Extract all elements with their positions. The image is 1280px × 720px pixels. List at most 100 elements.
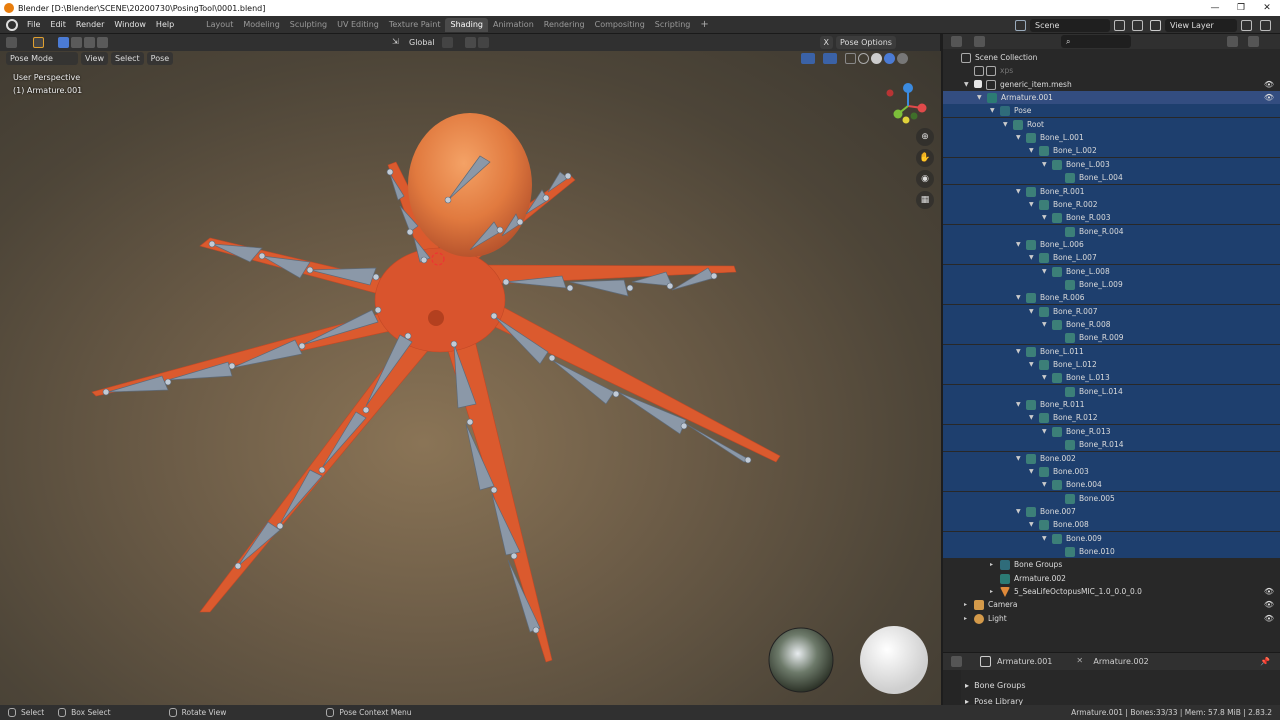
rendered-shading-icon[interactable] <box>897 53 909 64</box>
armature-a-label[interactable]: Armature.001 <box>997 657 1052 666</box>
expand-arrow-icon[interactable]: ▼ <box>1042 532 1047 545</box>
outliner-row[interactable]: ▼ Bone_L.008 <box>943 264 1280 278</box>
3d-viewport[interactable] <box>0 51 941 705</box>
menu-window[interactable]: Window <box>109 20 151 29</box>
outliner-row[interactable]: xps <box>943 64 1280 77</box>
outliner-row[interactable]: ▼ Bone_R.012 <box>943 411 1280 425</box>
outliner-row[interactable]: Scene Collection <box>943 51 1280 64</box>
expand-arrow-icon[interactable]: ▼ <box>1029 518 1034 531</box>
outliner-row[interactable]: Bone.005 <box>943 491 1280 505</box>
material-preview-shading-icon[interactable] <box>884 53 896 64</box>
expand-arrow-icon[interactable]: ▼ <box>1016 345 1021 358</box>
select-mode-extend-icon[interactable] <box>71 37 82 48</box>
visibility-icon[interactable] <box>788 53 799 64</box>
pin-icon[interactable]: 📌 <box>1260 657 1270 666</box>
expand-arrow-icon[interactable]: ▼ <box>1029 251 1034 264</box>
expand-arrow-icon[interactable]: ▼ <box>990 104 995 117</box>
filter-icon[interactable] <box>1227 36 1238 47</box>
outliner-row[interactable]: ▼ Bone.002 <box>943 451 1280 465</box>
armature-b-label[interactable]: Armature.002 <box>1093 657 1148 666</box>
expand-arrow-icon[interactable]: ▼ <box>1029 144 1034 157</box>
mirror-toggle-icon[interactable] <box>807 37 818 48</box>
tab-shading[interactable]: Shading <box>445 17 488 32</box>
select-menu[interactable]: Select <box>110 52 144 65</box>
outliner-editor-type-icon[interactable] <box>951 36 962 47</box>
zoom-icon[interactable]: ⊕ <box>916 128 934 146</box>
scene-field[interactable]: Scene <box>1030 18 1110 32</box>
visibility-eye-icon[interactable]: 👁 <box>1264 91 1274 104</box>
outliner-row[interactable]: ▼ Bone_L.011 <box>943 344 1280 358</box>
outliner-row[interactable]: Bone_L.014 <box>943 384 1280 398</box>
remove-scene-icon[interactable] <box>1132 19 1143 31</box>
outliner-row[interactable]: ▼ Bone_R.007 <box>943 304 1280 318</box>
outliner-row[interactable]: ▸ Light 👁 <box>943 612 1280 625</box>
menu-render[interactable]: Render <box>71 20 109 29</box>
select-tool-icon[interactable] <box>33 37 44 48</box>
expand-arrow-icon[interactable]: ▼ <box>1016 185 1021 198</box>
visibility-eye-icon[interactable]: 👁 <box>1264 78 1274 91</box>
outliner-row[interactable]: Bone.010 <box>943 544 1280 558</box>
remove-view-layer-icon[interactable] <box>1260 19 1271 31</box>
expand-arrow-icon[interactable]: ▼ <box>1042 318 1047 331</box>
outliner-row[interactable]: Bone_L.009 <box>943 277 1280 291</box>
display-mode-icon[interactable] <box>974 36 985 47</box>
outliner-row[interactable]: ▼ Bone_R.013 <box>943 424 1280 438</box>
exclude-checkbox[interactable] <box>974 79 982 88</box>
outliner-row[interactable]: ▼ Bone_R.008 <box>943 318 1280 331</box>
pivot-point-icon[interactable] <box>441 37 453 48</box>
outliner-row[interactable]: ▼ Bone_L.013 <box>943 371 1280 385</box>
outliner-row[interactable]: ▼ Bone.003 <box>943 464 1280 478</box>
outliner-row[interactable]: ▼ Bone_L.012 <box>943 358 1280 372</box>
outliner-row[interactable]: ▼ Root <box>943 117 1280 131</box>
outliner-row[interactable]: ▼ Bone.004 <box>943 478 1280 492</box>
snap-icon[interactable] <box>464 37 476 48</box>
outliner-row[interactable]: ▼ Bone_L.006 <box>943 237 1280 251</box>
new-scene-icon[interactable] <box>1114 19 1125 31</box>
outliner-row[interactable]: Bone_L.004 <box>943 171 1280 185</box>
outliner-row[interactable]: ▼ Bone_R.003 <box>943 211 1280 225</box>
expand-arrow-icon[interactable]: ▼ <box>1042 425 1047 438</box>
outliner-search-input[interactable]: ⌕ <box>1061 35 1131 48</box>
tab-animation[interactable]: Animation <box>488 18 539 32</box>
outliner-row[interactable]: ▼ Bone_L.003 <box>943 157 1280 171</box>
expand-arrow-icon[interactable]: ▼ <box>1016 505 1021 518</box>
tab-modeling[interactable]: Modeling <box>238 18 284 32</box>
expand-arrow-icon[interactable]: ▼ <box>1029 465 1034 478</box>
expand-arrow-icon[interactable]: ▼ <box>1042 158 1047 171</box>
outliner-row[interactable]: Bone_R.004 <box>943 224 1280 238</box>
new-view-layer-icon[interactable] <box>1241 19 1252 31</box>
expand-arrow-icon[interactable]: ▼ <box>964 78 969 91</box>
outliner-row[interactable]: ▼ Bone_R.001 <box>943 184 1280 198</box>
outliner-row[interactable]: ▸ Bone Groups <box>943 558 1280 571</box>
camera-view-icon[interactable]: ◉ <box>916 170 934 188</box>
visibility-eye-icon[interactable]: 👁 <box>1264 612 1274 625</box>
outliner-row[interactable]: ▼ Bone_R.002 <box>943 197 1280 211</box>
select-mode-invert-icon[interactable] <box>97 37 108 48</box>
pose-menu[interactable]: Pose <box>146 52 174 65</box>
expand-arrow-icon[interactable]: ▸ <box>990 558 993 571</box>
tab-compositing[interactable]: Compositing <box>590 18 650 32</box>
expand-arrow-icon[interactable]: ▼ <box>1042 265 1047 278</box>
outliner-row[interactable]: ▼ Bone.009 <box>943 531 1280 545</box>
pan-hand-icon[interactable]: ✋ <box>916 149 934 167</box>
maximize-button[interactable]: ❐ <box>1228 3 1254 13</box>
outliner-row[interactable]: Armature.002 <box>943 572 1280 585</box>
overlay-toggle-icon[interactable] <box>823 53 838 64</box>
editor-type-icon[interactable] <box>6 37 17 48</box>
select-mode-subtract-icon[interactable] <box>84 37 95 48</box>
pose-options-dropdown[interactable]: Pose Options <box>836 36 896 49</box>
outliner-row[interactable]: ▼ Bone_L.001 <box>943 131 1280 145</box>
minimize-button[interactable]: — <box>1202 3 1228 13</box>
expand-arrow-icon[interactable]: ▼ <box>1016 398 1021 411</box>
view-menu[interactable]: View <box>81 52 108 65</box>
outliner-row[interactable]: ▼ Armature.001 👁 <box>943 91 1280 105</box>
outliner-row[interactable]: ▸ Camera 👁 <box>943 598 1280 611</box>
bone-groups-section[interactable]: ▸ Bone Groups <box>965 679 1026 693</box>
expand-arrow-icon[interactable]: ▼ <box>1029 198 1034 211</box>
snap-target-icon[interactable] <box>477 37 489 48</box>
expand-arrow-icon[interactable]: ▼ <box>1016 131 1021 144</box>
outliner-row[interactable]: ▼ generic_item.mesh 👁 <box>943 78 1280 91</box>
menu-file[interactable]: File <box>22 20 45 29</box>
expand-arrow-icon[interactable]: ▼ <box>1016 238 1021 251</box>
menu-help[interactable]: Help <box>151 20 179 29</box>
